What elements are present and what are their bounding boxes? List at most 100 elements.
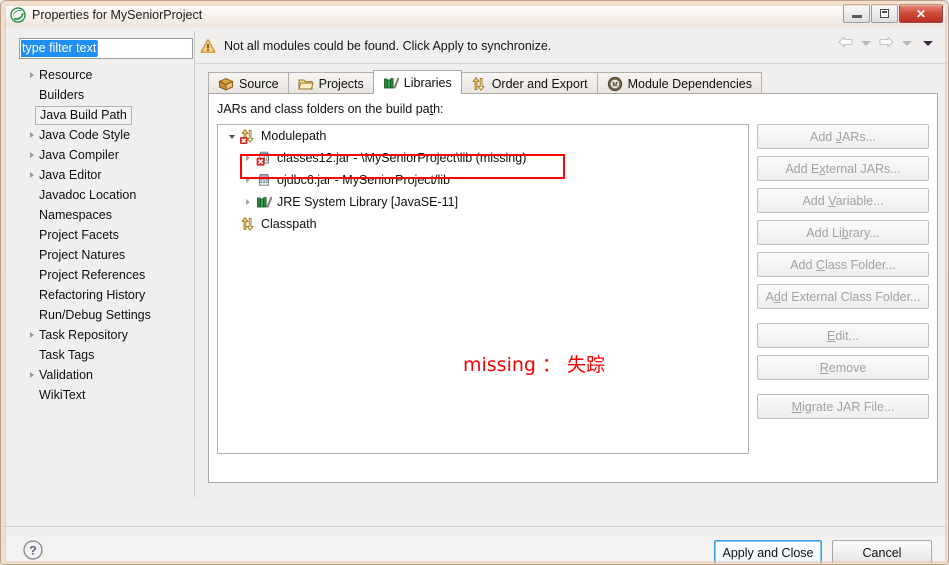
close-button[interactable]: ✕: [899, 4, 943, 23]
expand-chevron-right-icon[interactable]: [25, 172, 38, 178]
tree-row-label: Modulepath: [261, 129, 327, 143]
sidebar-item-java-compiler[interactable]: Java Compiler: [19, 145, 193, 165]
sidebar-item-label: Task Repository: [39, 328, 128, 342]
side-button-label: Remove: [819, 360, 867, 375]
add-external-class-folder-button[interactable]: Add External Class Folder...: [757, 284, 929, 309]
eclipse-icon: [10, 7, 26, 23]
expand-chevron-right-icon[interactable]: [25, 332, 38, 338]
tree-row[interactable]: JRE System Library [JavaSE-11]: [218, 191, 748, 213]
side-button-label: Add External JARs...: [785, 161, 901, 176]
tab-label: Libraries: [403, 75, 452, 90]
cancel-button[interactable]: Cancel: [832, 540, 932, 564]
sidebar-item-builders[interactable]: Builders: [19, 85, 193, 105]
modulepath-error-icon: [240, 128, 257, 144]
sidebar-item-label: Project References: [39, 268, 146, 282]
sidebar-item-label: Project Facets: [39, 228, 119, 242]
sidebar-item-label: Run/Debug Settings: [39, 308, 151, 322]
add-external-jars-button[interactable]: Add External JARs...: [757, 156, 929, 181]
tree-row[interactable]: Classpath: [218, 213, 748, 235]
forward-arrow-icon[interactable]: [878, 35, 895, 52]
sidebar-item-java-code-style[interactable]: Java Code Style: [19, 125, 193, 145]
tree-row[interactable]: 010 ojdbc6.jar - MySeniorProject/lib: [218, 169, 748, 191]
tree-row[interactable]: 10 classes12.jar - \MySeniorProject\lib (…: [218, 147, 748, 169]
tab-strip: Source Projects Libraries Order and Export M…: [208, 70, 938, 94]
add-library-button[interactable]: Add Library...: [757, 220, 929, 245]
sidebar-item-resource[interactable]: Resource: [19, 65, 193, 85]
expand-chevron-right-icon[interactable]: [240, 177, 256, 183]
sidebar-item-refactoring-history[interactable]: Refactoring History: [19, 285, 193, 305]
filter-input[interactable]: type filter text: [19, 38, 193, 59]
side-button-label: Edit...: [827, 328, 859, 343]
sidebar-item-task-repository[interactable]: Task Repository: [19, 325, 193, 345]
forward-history-chevron-down-icon[interactable]: [902, 41, 912, 46]
sidebar-item-task-tags[interactable]: Task Tags: [19, 345, 193, 365]
migrate-jar-file-button[interactable]: Migrate JAR File...: [757, 394, 929, 419]
sidebar-item-project-references[interactable]: Project References: [19, 265, 193, 285]
apply-and-close-button[interactable]: Apply and Close: [714, 540, 822, 564]
minimize-icon: [851, 14, 862, 18]
help-question-icon[interactable]: ?: [22, 539, 44, 561]
tree-row-label: JRE System Library [JavaSE-11]: [277, 195, 459, 209]
libraries-books-icon: [383, 75, 399, 90]
sidebar-item-javadoc-location[interactable]: Javadoc Location: [19, 185, 193, 205]
side-button-label: Add Variable...: [802, 193, 884, 208]
tab-label: Module Dependencies: [627, 76, 752, 91]
add-class-folder-button[interactable]: Add Class Folder...: [757, 252, 929, 277]
tab-source[interactable]: Source: [208, 72, 289, 94]
panel-caption-after: h:: [433, 102, 444, 116]
tab-projects[interactable]: Projects: [287, 72, 374, 94]
add-jars-button[interactable]: Add JARs...: [757, 124, 929, 149]
expand-chevron-right-icon[interactable]: [25, 152, 38, 158]
sidebar-item-label: Java Build Path: [35, 105, 132, 125]
edit-button[interactable]: Edit...: [757, 323, 929, 348]
sidebar-item-namespaces[interactable]: Namespaces: [19, 205, 193, 225]
collapse-chevron-down-icon[interactable]: [224, 133, 240, 139]
expand-chevron-right-icon[interactable]: [25, 132, 38, 138]
tab-libraries[interactable]: Libraries: [372, 70, 462, 94]
history-navigation: [837, 35, 937, 52]
sidebar-item-label: Refactoring History: [39, 288, 146, 302]
sidebar-item-label: WikiText: [39, 388, 86, 402]
maximize-button[interactable]: [871, 4, 898, 23]
dialog-body: type filter text Resource Builders Java Bu…: [4, 27, 948, 564]
side-button-label: Migrate JAR File...: [791, 399, 895, 414]
module-circle-icon: M: [607, 76, 623, 92]
sidebar-item-label: Validation: [39, 368, 93, 382]
sidebar-item-project-facets[interactable]: Project Facets: [19, 225, 193, 245]
tree-row-label: ojdbc6.jar - MySeniorProject/lib: [277, 173, 450, 187]
expand-chevron-right-icon[interactable]: [25, 72, 38, 78]
tree-row[interactable]: Modulepath: [218, 125, 748, 147]
sidebar-item-project-natures[interactable]: Project Natures: [19, 245, 193, 265]
remove-button[interactable]: Remove: [757, 355, 929, 380]
back-arrow-icon[interactable]: [837, 35, 854, 52]
settings-nav-tree: Resource Builders Java Build Path Java Code…: [19, 65, 193, 405]
side-button-label: Add External Class Folder...: [765, 289, 921, 304]
minimize-button[interactable]: [843, 4, 870, 23]
folder-icon: [297, 76, 314, 91]
title-bar[interactable]: Properties for MySeniorProject ✕: [4, 3, 947, 27]
sidebar-item-java-editor[interactable]: Java Editor: [19, 165, 193, 185]
sidebar-item-label: Resource: [39, 68, 93, 82]
tab-order-and-export[interactable]: Order and Export: [460, 72, 598, 94]
add-variable-button[interactable]: Add Variable...: [757, 188, 929, 213]
tree-row-label: Classpath: [261, 217, 317, 231]
back-history-chevron-down-icon[interactable]: [861, 41, 871, 46]
panel-caption: JARs and class folders on the build path…: [217, 102, 444, 116]
build-path-tree[interactable]: Modulepath 10 classes12.jar - \MySeniorPro…: [217, 124, 749, 454]
tab-module-dependencies[interactable]: M Module Dependencies: [596, 72, 762, 94]
sidebar-item-wikitext[interactable]: WikiText: [19, 385, 193, 405]
order-arrows-icon: [471, 76, 487, 91]
sidebar-item-label: Task Tags: [39, 348, 95, 362]
sidebar-item-validation[interactable]: Validation: [19, 365, 193, 385]
expand-chevron-right-icon[interactable]: [25, 372, 38, 378]
filter-input-value: type filter text: [21, 40, 98, 57]
view-menu-chevron-down-icon[interactable]: [923, 41, 933, 46]
sidebar-item-java-build-path[interactable]: Java Build Path: [19, 105, 193, 125]
side-button-label: Add Library...: [806, 225, 880, 240]
expand-chevron-right-icon[interactable]: [240, 199, 256, 205]
sidebar-item-run-debug-settings[interactable]: Run/Debug Settings: [19, 305, 193, 325]
apply-and-close-label: Apply and Close: [722, 546, 814, 560]
cancel-button-label: Cancel: [862, 546, 902, 560]
expand-chevron-right-icon[interactable]: [240, 155, 256, 161]
sidebar-item-label: Namespaces: [39, 208, 112, 222]
